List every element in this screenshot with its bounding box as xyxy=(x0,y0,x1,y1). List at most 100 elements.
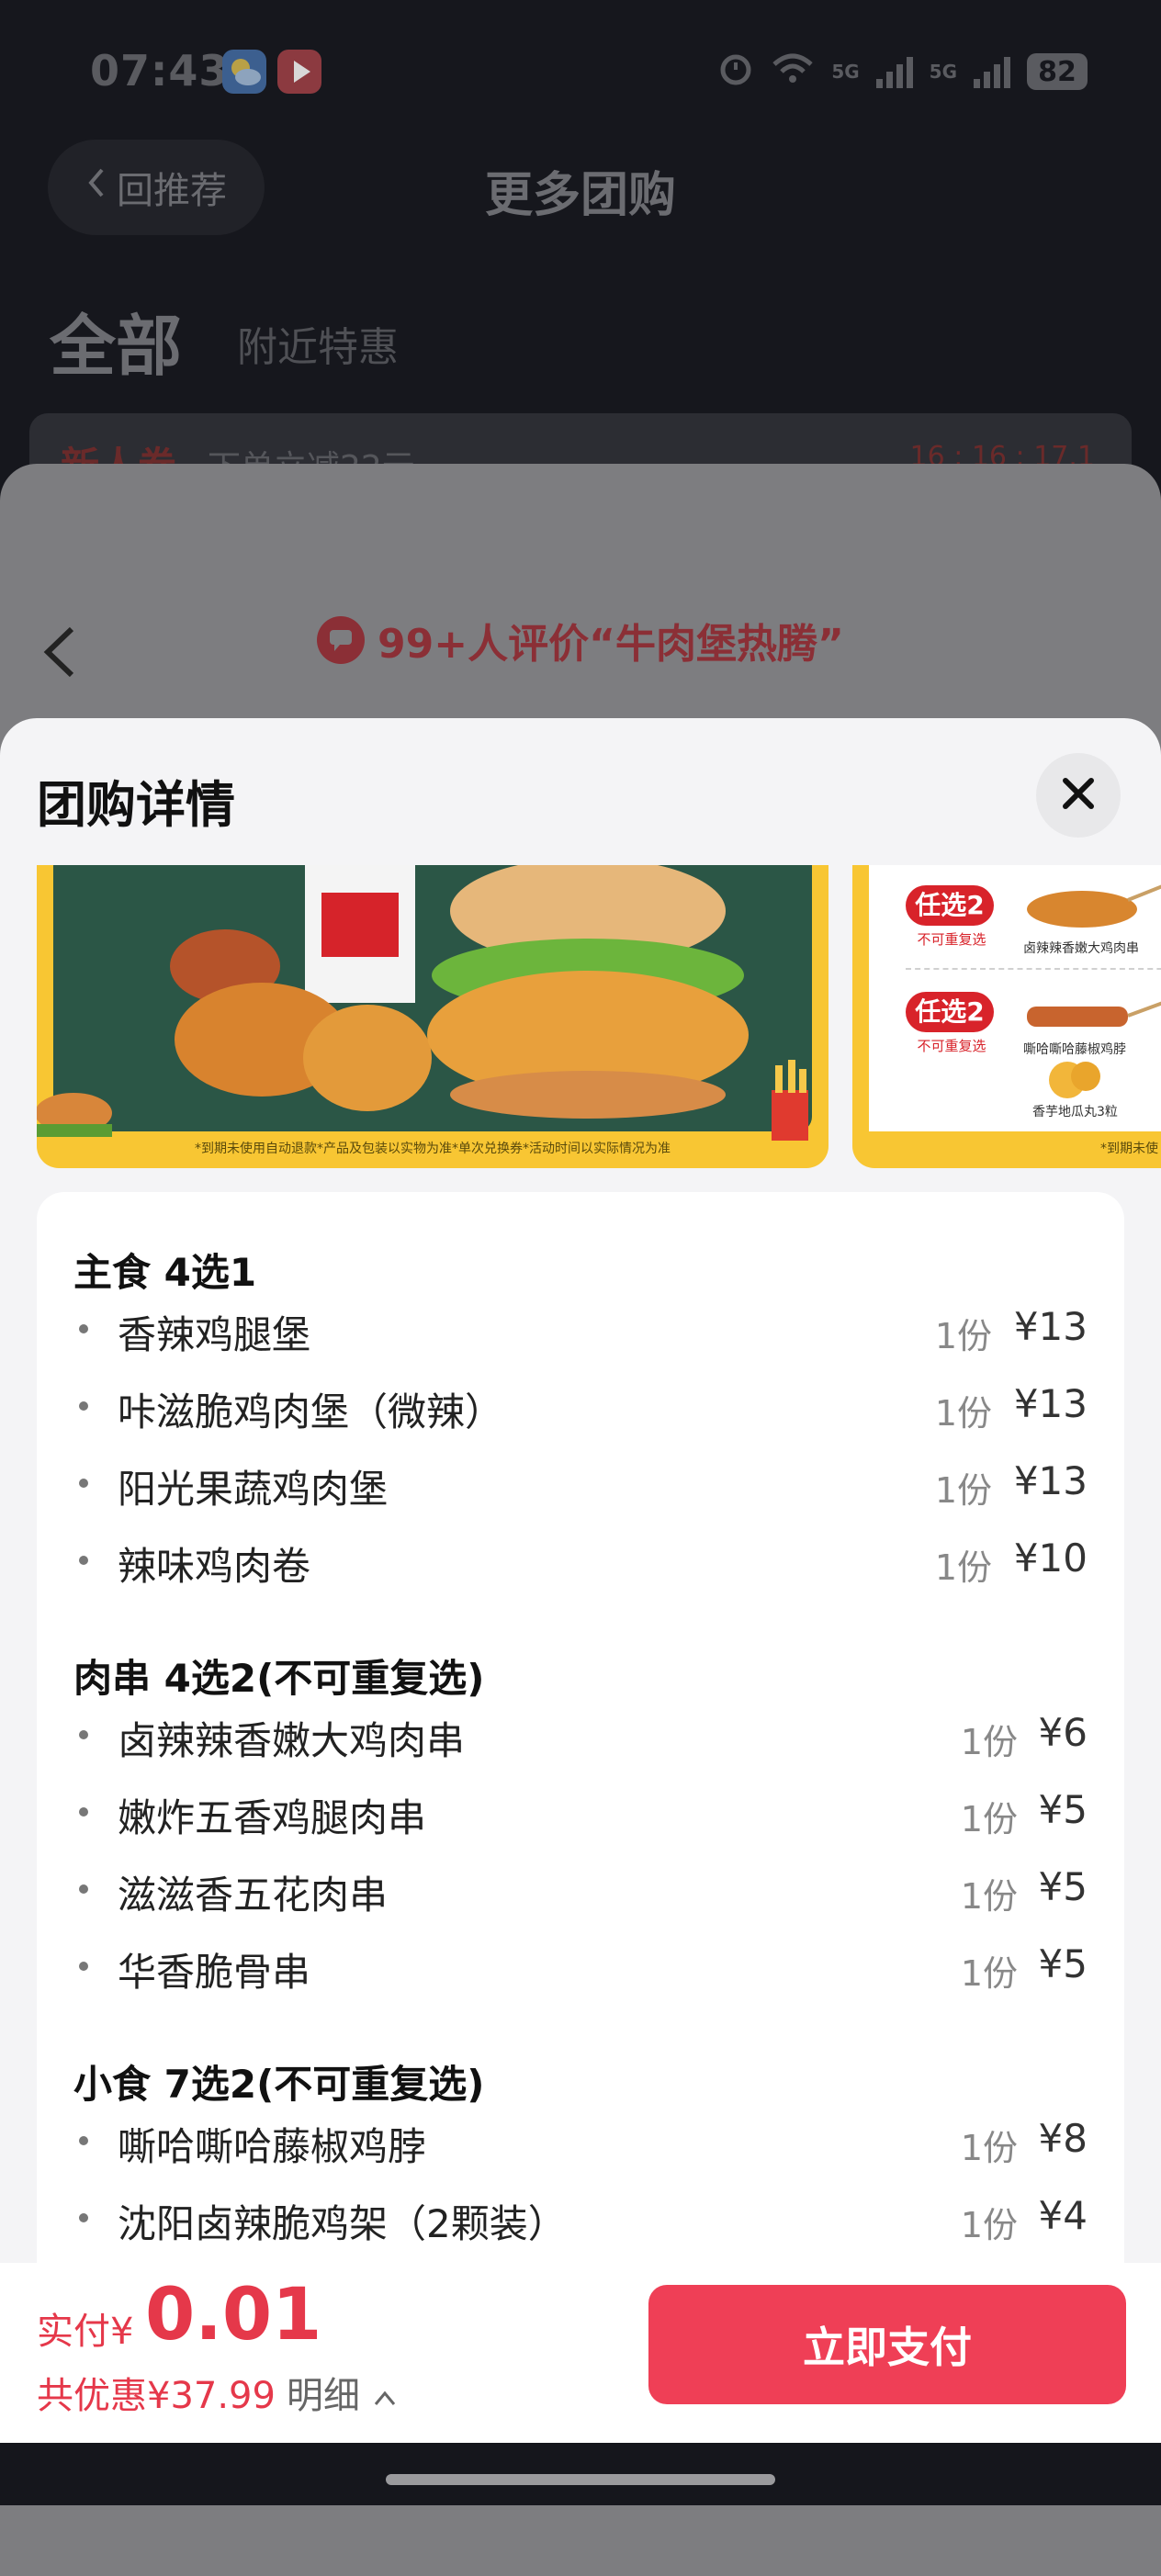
item-qty: 1份 xyxy=(960,2128,1018,2168)
bullet xyxy=(79,1884,88,1894)
product-image-1[interactable]: *到期未使用自动退款*产品及包装以实物为准*单次兑换券*活动时间以实际情况为准 xyxy=(37,865,828,1168)
item-qty: 1份 xyxy=(960,1799,1018,1839)
item-name: 华香脆骨串 xyxy=(118,1950,311,1995)
product-image-2[interactable]: 任选2 不可重复选 卤辣辣香嫩大鸡肉串 任选2 不可重复选 嘶哈嘶哈藤椒鸡脖 香… xyxy=(852,865,1161,1168)
item-price: ¥5 xyxy=(1038,1787,1088,1832)
page-title: 更多团购 xyxy=(484,168,676,223)
item-name: 卤辣辣香嫩大鸡肉串 xyxy=(118,1718,466,1763)
bullet xyxy=(79,1479,88,1488)
item-name: 咔滋脆鸡肉堡（微辣） xyxy=(118,1389,504,1434)
chevron-up-icon xyxy=(372,2375,398,2417)
item-price: ¥5 xyxy=(1038,1941,1088,1986)
pick-badge-2: 任选2 xyxy=(906,992,994,1032)
item-qty: 1份 xyxy=(960,1953,1018,1994)
status-time: 07:43 xyxy=(90,46,230,96)
item-price: ¥8 xyxy=(1038,2116,1088,2161)
battery-icon: 82 xyxy=(1027,53,1088,90)
item-qty: 1份 xyxy=(960,2205,1018,2245)
item-price: ¥4 xyxy=(1038,2193,1088,2238)
bullet xyxy=(79,1730,88,1739)
total-saving: 共优惠¥37.99 xyxy=(37,2375,276,2417)
pay-currency: ¥ xyxy=(110,2311,134,2353)
banner-2-fine-print: *到期未使 xyxy=(1100,1142,1158,1156)
bullet xyxy=(79,1807,88,1817)
list-item: 嫩炸五香鸡腿肉串 1份 ¥5 xyxy=(73,1783,1088,1840)
pay-now-button[interactable]: 立即支付 xyxy=(648,2285,1126,2404)
list-item: 华香脆骨串 1份 ¥5 xyxy=(73,1938,1088,1995)
divider xyxy=(906,968,1161,970)
pay-label: 实付¥ xyxy=(37,2301,133,2355)
pick-item-1: 卤辣辣香嫩大鸡肉串 xyxy=(1023,941,1139,956)
item-name: 辣味鸡肉卷 xyxy=(118,1544,311,1589)
detail-label: 明细 xyxy=(287,2375,360,2417)
review-summary: 99+人评价“牛肉堡热腾” xyxy=(0,611,1161,669)
review-text: 99+人评价“牛肉堡热腾” xyxy=(378,621,844,668)
banner-fine-print: *到期未使用自动退款*产品及包装以实物为准*单次兑换券*活动时间以实际情况为准 xyxy=(195,1142,671,1156)
list-item: 阳光果蔬鸡肉堡 1份 ¥13 xyxy=(73,1455,1088,1512)
sheet-title: 团购详情 xyxy=(37,776,235,834)
section-title-skewers: 肉串 4选2(不可重复选) xyxy=(73,1656,485,1701)
item-qty: 1份 xyxy=(934,1547,992,1588)
item-name: 沈阳卤辣脆鸡架（2颗装） xyxy=(118,2201,567,2246)
list-item: 滋滋香五花肉串 1份 ¥5 xyxy=(73,1861,1088,1918)
list-item: 咔滋脆鸡肉堡（微辣） 1份 ¥13 xyxy=(73,1378,1088,1434)
item-name: 嘶哈嘶哈藤椒鸡脖 xyxy=(118,2124,427,2169)
item-name: 滋滋香五花肉串 xyxy=(118,1873,389,1918)
wifi-icon xyxy=(771,50,815,94)
pick-sub-1: 不可重复选 xyxy=(917,931,986,948)
close-button[interactable] xyxy=(1036,753,1121,838)
status-bar: 07:43 5G 5G 82 xyxy=(0,37,1161,110)
signal-icon xyxy=(875,55,913,88)
alarm-icon xyxy=(717,50,754,94)
list-item: 卤辣辣香嫩大鸡肉串 1份 ¥6 xyxy=(73,1706,1088,1763)
chicken-skewer-image xyxy=(1027,884,1161,928)
item-price: ¥5 xyxy=(1038,1864,1088,1909)
tab-all[interactable]: 全部 xyxy=(50,292,182,388)
item-qty: 1份 xyxy=(960,1722,1018,1762)
item-name: 嫩炸五香鸡腿肉串 xyxy=(118,1795,427,1840)
signal-icon-2 xyxy=(974,55,1010,88)
item-price: ¥10 xyxy=(1013,1535,1088,1580)
weather-app-icon xyxy=(222,50,266,94)
price-detail-toggle[interactable]: 明细 xyxy=(287,2366,398,2419)
network-label-1: 5G xyxy=(831,61,860,83)
bullet xyxy=(79,1556,88,1565)
bullet xyxy=(79,1324,88,1333)
bullet xyxy=(79,1401,88,1411)
taro-ball-image xyxy=(1049,1062,1100,1098)
item-qty: 1份 xyxy=(960,1876,1018,1917)
section-title-main: 主食 4选1 xyxy=(73,1250,257,1295)
item-name: 香辣鸡腿堡 xyxy=(118,1312,311,1357)
list-item: 嘶哈嘶哈藤椒鸡脖 1份 ¥8 xyxy=(73,2112,1088,2169)
system-nav-area xyxy=(0,2443,1161,2505)
chicken-neck-image xyxy=(1027,1001,1161,1027)
item-price: ¥13 xyxy=(1013,1304,1088,1349)
item-price: ¥13 xyxy=(1013,1381,1088,1426)
pay-amount: 0.01 xyxy=(145,2274,322,2357)
pick-item-3: 香芋地瓜丸3粒 xyxy=(1032,1105,1118,1119)
pick-sub-2: 不可重复选 xyxy=(917,1038,986,1054)
pick-item-2: 嘶哈嘶哈藤椒鸡脖 xyxy=(1023,1042,1126,1057)
item-qty: 1份 xyxy=(934,1393,992,1434)
list-item: 沈阳卤辣脆鸡架（2颗装） 1份 ¥4 xyxy=(73,2189,1088,2246)
network-label-2: 5G xyxy=(929,61,957,83)
video-app-icon xyxy=(277,50,321,94)
item-name: 阳光果蔬鸡肉堡 xyxy=(118,1467,389,1512)
group-buy-detail-sheet: 团购详情 *到期未使用自动退款*产品及包装以实物为准*单次兑换券*活动时间以实际… xyxy=(0,718,1161,2505)
item-qty: 1份 xyxy=(934,1316,992,1356)
close-icon xyxy=(1060,775,1097,816)
list-item: 辣味鸡肉卷 1份 ¥10 xyxy=(73,1532,1088,1589)
status-right-group: 5G 5G 82 xyxy=(717,50,1088,94)
comment-icon xyxy=(317,616,366,664)
pay-label-text: 实付 xyxy=(37,2311,110,2353)
bullet xyxy=(79,1962,88,1971)
food-illustration xyxy=(37,865,808,1141)
tab-nearby-deals[interactable]: 附近特惠 xyxy=(237,314,399,373)
home-indicator[interactable] xyxy=(386,2474,775,2485)
list-item: 香辣鸡腿堡 1份 ¥13 xyxy=(73,1300,1088,1357)
pick-badge-1: 任选2 xyxy=(906,885,994,926)
section-title-snacks: 小食 7选2(不可重复选) xyxy=(73,2062,485,2107)
item-qty: 1份 xyxy=(934,1470,992,1511)
item-price: ¥6 xyxy=(1038,1710,1088,1755)
bullet xyxy=(79,2136,88,2145)
